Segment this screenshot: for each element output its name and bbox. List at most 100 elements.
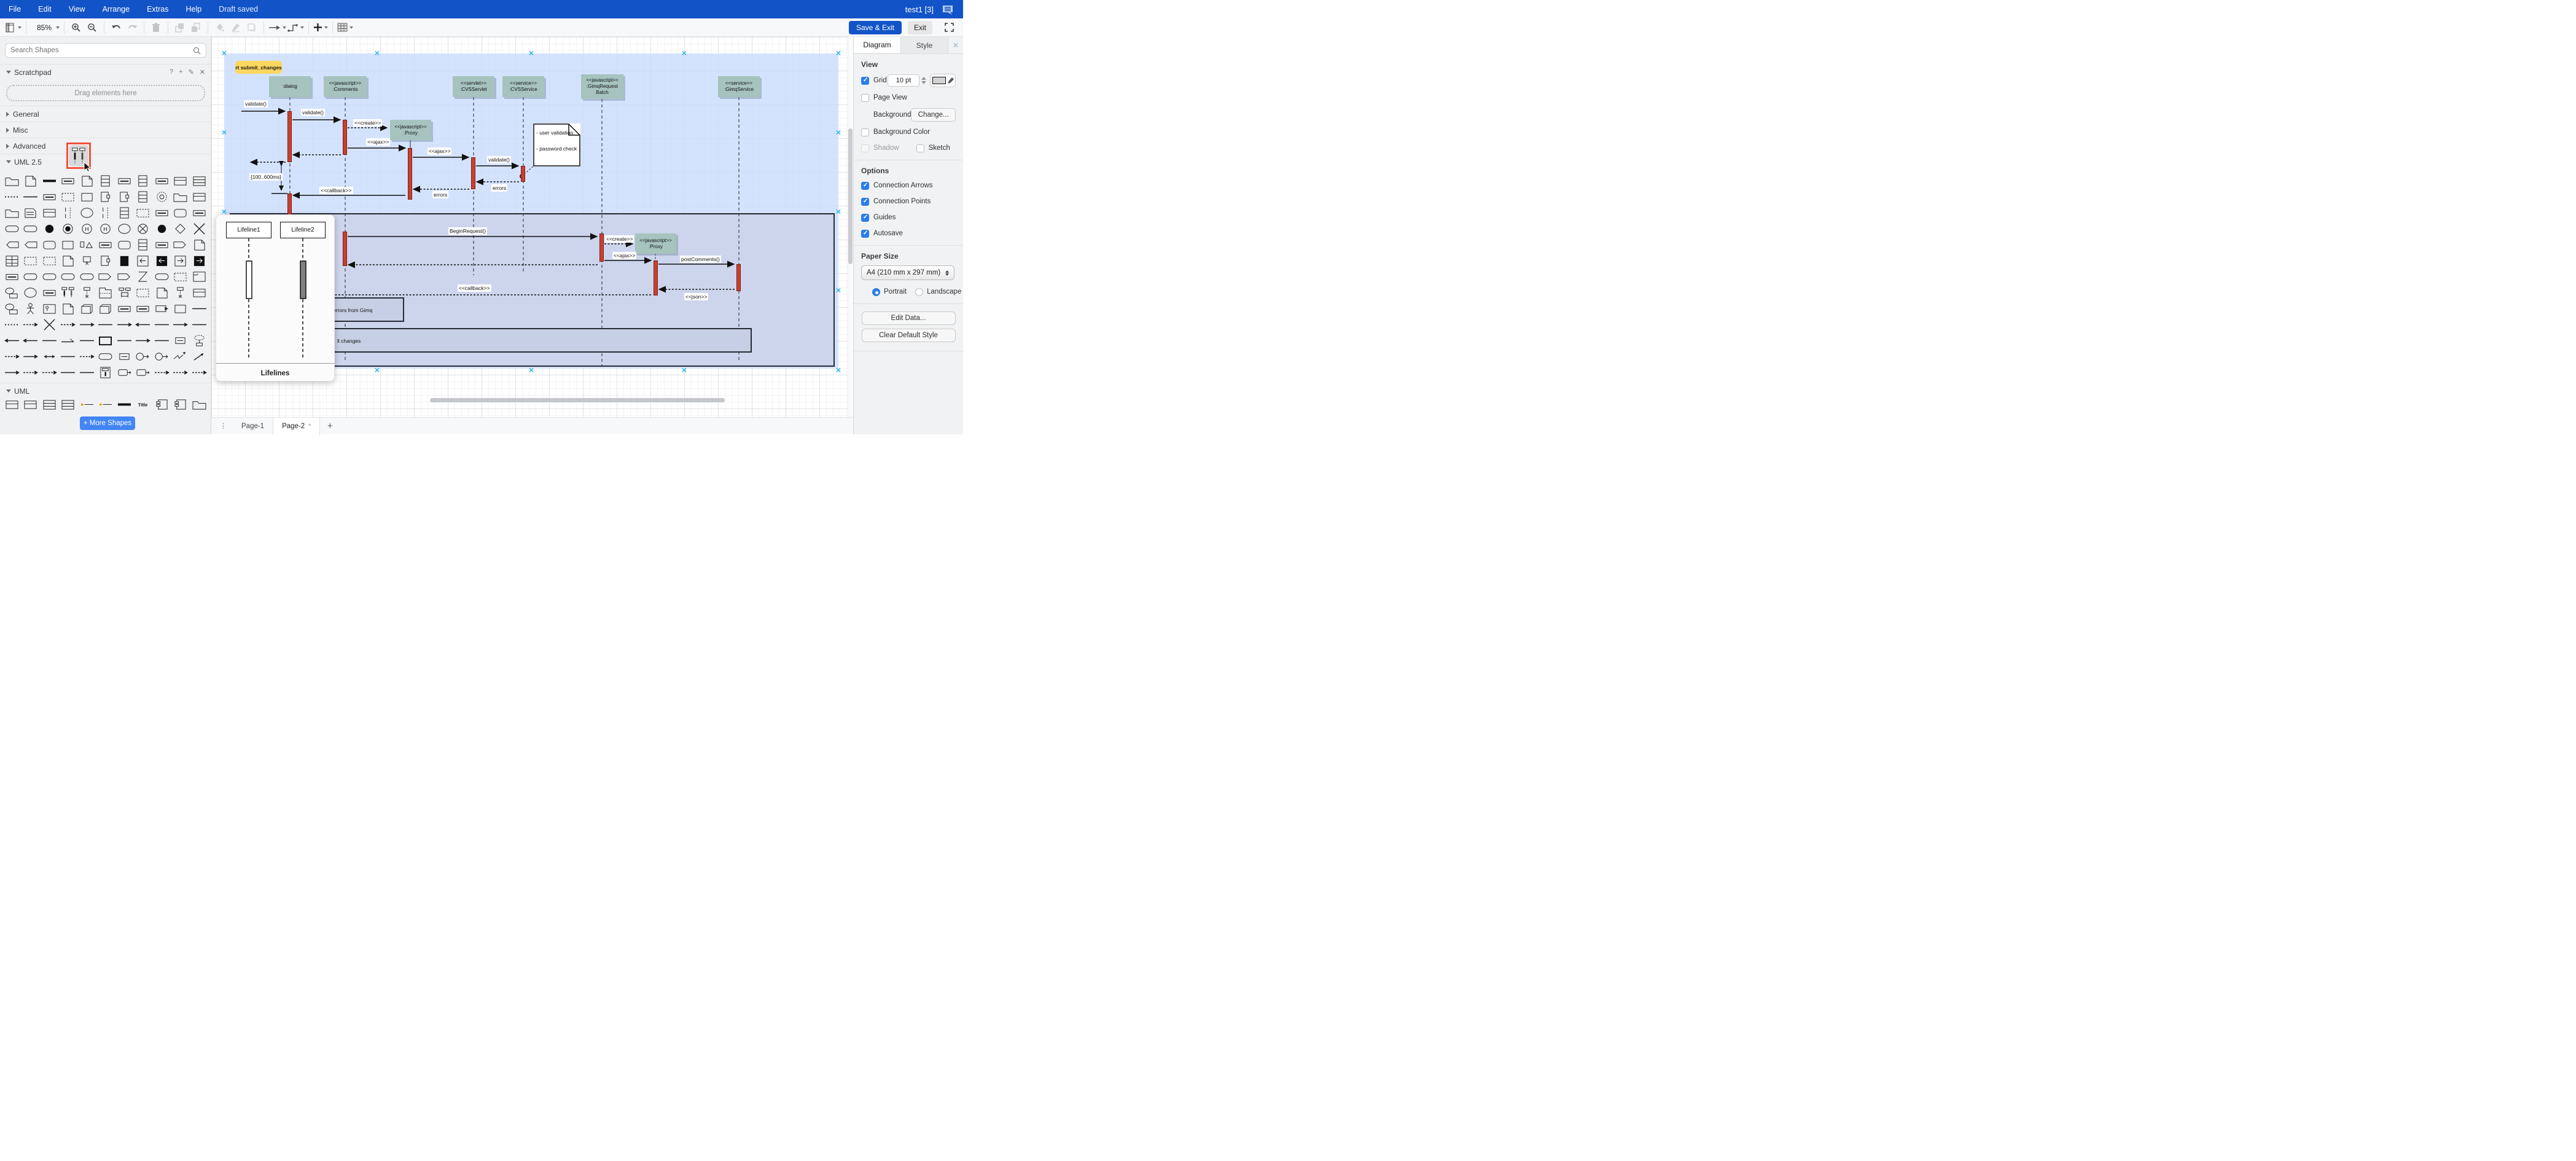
message-label[interactable]: validate() bbox=[301, 109, 325, 116]
shape-thumbnail-pill[interactable] bbox=[77, 268, 96, 284]
shape-thumbnail-label[interactable] bbox=[115, 173, 134, 189]
shape-thumbnail-arrR[interactable] bbox=[21, 348, 41, 364]
shape-thumbnail-rect[interactable] bbox=[77, 189, 96, 205]
activation-bar[interactable] bbox=[408, 148, 412, 200]
shape-thumbnail-deploy[interactable] bbox=[96, 300, 115, 316]
scratchpad-close-icon[interactable]: ✕ bbox=[200, 68, 205, 76]
shadow-icon[interactable] bbox=[244, 21, 259, 34]
shape-thumbnail-enum[interactable] bbox=[59, 396, 78, 412]
shape-thumbnail-ringarr[interactable] bbox=[134, 348, 153, 364]
shape-thumbnail-comp[interactable] bbox=[171, 396, 190, 412]
selection-handle-icon[interactable]: ✕ bbox=[221, 50, 227, 58]
save-exit-button[interactable]: Save & Exit bbox=[848, 20, 902, 34]
grid-size-stepper[interactable] bbox=[921, 74, 928, 87]
shape-thumbnail-enum[interactable] bbox=[190, 173, 209, 189]
shape-thumbnail-note[interactable] bbox=[59, 252, 78, 268]
shape-thumbnail-list3[interactable] bbox=[134, 189, 153, 205]
shape-thumbnail-chevR[interactable] bbox=[171, 237, 190, 252]
shape-thumbnail-arrR[interactable] bbox=[2, 364, 21, 380]
selection-handle-icon[interactable]: ✕ bbox=[835, 129, 841, 137]
shape-thumbnail-state[interactable] bbox=[115, 237, 134, 252]
shape-thumbnail-line[interactable] bbox=[152, 316, 171, 332]
search-input[interactable] bbox=[10, 47, 190, 54]
shape-thumbnail-list3[interactable] bbox=[96, 173, 115, 189]
shape-thumbnail-line[interactable] bbox=[77, 332, 96, 348]
shape-thumbnail-ringarr[interactable] bbox=[152, 348, 171, 364]
shape-thumbnail-ext[interactable] bbox=[2, 300, 21, 316]
message-label[interactable]: <<create>> bbox=[605, 235, 634, 243]
shape-thumbnail-lifeline[interactable] bbox=[171, 284, 190, 300]
shape-thumbnail-dashrect[interactable] bbox=[134, 205, 153, 221]
shape-thumbnail-darrR[interactable] bbox=[152, 364, 171, 380]
shape-thumbnail-dots[interactable] bbox=[2, 189, 21, 205]
shape-thumbnail-arrR[interactable] bbox=[77, 316, 96, 332]
shape-thumbnail-circH[interactable]: H bbox=[96, 221, 115, 237]
shape-thumbnail-note[interactable] bbox=[59, 300, 78, 316]
activation-bar[interactable] bbox=[343, 120, 347, 155]
shape-thumbnail-ringdot[interactable] bbox=[59, 221, 78, 237]
shape-thumbnail-class[interactable] bbox=[2, 396, 21, 412]
portrait-radio[interactable] bbox=[872, 287, 880, 296]
shape-thumbnail-pill[interactable] bbox=[96, 348, 115, 364]
section-general[interactable]: General bbox=[0, 106, 211, 122]
shape-thumbnail-label[interactable] bbox=[59, 173, 78, 189]
shape-thumbnail-dots[interactable] bbox=[2, 316, 21, 332]
note-shape[interactable]: - user validation - password check bbox=[533, 123, 580, 166]
shape-thumbnail-rect[interactable] bbox=[171, 300, 190, 316]
shape-thumbnail-pill[interactable] bbox=[21, 268, 41, 284]
shape-thumbnail-label[interactable] bbox=[152, 173, 171, 189]
shape-thumbnail-folder[interactable] bbox=[2, 205, 21, 221]
shape-thumbnail-dbl[interactable] bbox=[40, 348, 59, 364]
shape-thumbnail-line[interactable] bbox=[152, 332, 171, 348]
shape-thumbnail-chevL[interactable] bbox=[2, 237, 21, 252]
shape-thumbnail-msg[interactable] bbox=[115, 364, 134, 380]
lifeline-head-cvsservice[interactable]: <<service>>:CVSService bbox=[502, 76, 544, 97]
shape-thumbnail-qualifier[interactable] bbox=[96, 332, 115, 348]
selection-handle-icon[interactable]: ✕ bbox=[835, 367, 841, 375]
shape-thumbnail-line[interactable] bbox=[40, 332, 59, 348]
shape-thumbnail-ext[interactable] bbox=[2, 284, 21, 300]
message-label[interactable]: <<ajax>> bbox=[612, 252, 637, 259]
shape-thumbnail-folder[interactable] bbox=[171, 189, 190, 205]
shape-thumbnail-attr[interactable] bbox=[96, 396, 115, 412]
tab-page-1[interactable]: Page-1 bbox=[233, 418, 273, 435]
shape-thumbnail-dot[interactable] bbox=[152, 221, 171, 237]
shape-thumbnail-llbox[interactable] bbox=[96, 364, 115, 380]
shape-thumbnail-class[interactable] bbox=[190, 189, 209, 205]
redo-icon[interactable] bbox=[125, 21, 139, 34]
table-icon[interactable] bbox=[337, 21, 354, 34]
scratchpad-add-icon[interactable]: + bbox=[179, 68, 182, 76]
shape-thumbnail-black[interactable] bbox=[115, 252, 134, 268]
message-label[interactable]: <<create>> bbox=[353, 119, 383, 127]
message-label[interactable]: BeginRequest() bbox=[448, 227, 488, 235]
shape-thumbnail-state[interactable] bbox=[171, 205, 190, 221]
shape-thumbnail-x2[interactable] bbox=[134, 268, 153, 284]
proxy-box-2[interactable]: <<javascript>>:Proxy bbox=[635, 233, 676, 254]
lifeline-head-comments[interactable]: <<javascript>>:Comments bbox=[324, 76, 367, 97]
tab-page-2[interactable]: Page-2 ^ bbox=[273, 417, 320, 435]
shape-thumbnail-diamond[interactable] bbox=[171, 221, 190, 237]
shape-thumbnail-label[interactable] bbox=[2, 268, 21, 284]
selection-handle-icon[interactable]: ✕ bbox=[835, 50, 841, 58]
shape-thumbnail-pill[interactable] bbox=[40, 268, 59, 284]
shape-thumbnail-chevL[interactable] bbox=[21, 237, 41, 252]
lifeline-head-gimqrequest[interactable]: <<javascript>>:GimqRequest Batch bbox=[581, 74, 623, 99]
menu-view[interactable]: View bbox=[60, 5, 94, 14]
message-label[interactable]: validate() bbox=[487, 156, 511, 163]
selection-handle-icon[interactable]: ✕ bbox=[681, 367, 687, 375]
shape-thumbnail-arrR[interactable] bbox=[134, 332, 153, 348]
shape-thumbnail-bigfold[interactable] bbox=[96, 284, 115, 300]
message-label[interactable]: errors bbox=[491, 184, 508, 192]
shape-thumbnail-note[interactable] bbox=[77, 173, 96, 189]
diagram-canvas[interactable]: rt submit_changes:dialog <<javascript>>… bbox=[211, 37, 853, 417]
zoom-in-icon[interactable] bbox=[69, 21, 84, 34]
shape-thumbnail-darrR[interactable] bbox=[171, 364, 190, 380]
tab-diagram[interactable]: Diagram bbox=[854, 37, 901, 53]
shape-thumbnail-folder[interactable] bbox=[2, 173, 21, 189]
grid-color-button[interactable] bbox=[930, 74, 956, 87]
shape-thumbnail-darrR[interactable] bbox=[190, 364, 209, 380]
shape-thumbnail-lifeline[interactable] bbox=[77, 284, 96, 300]
paper-size-select[interactable]: A4 (210 mm x 297 mm) bbox=[861, 265, 954, 280]
shape-thumbnail-table[interactable] bbox=[2, 252, 21, 268]
grid-size-input[interactable]: 10 pt bbox=[888, 74, 919, 87]
